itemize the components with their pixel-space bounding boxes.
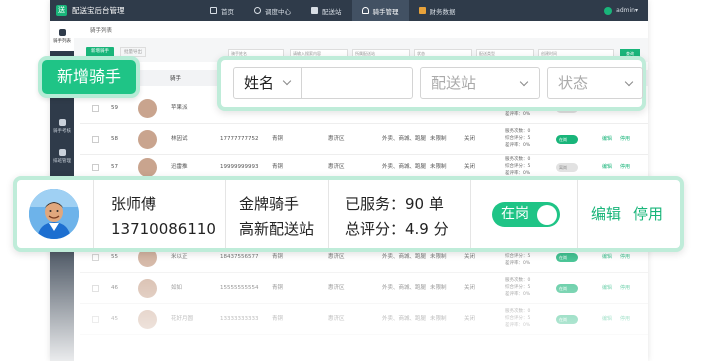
row-stats: 服务次数：0综合评分：5差评率：0% — [505, 156, 530, 177]
row-control: 关闭 — [464, 136, 476, 142]
toggle-label: 在岗 — [501, 206, 529, 222]
chevron-down-icon: ▾ — [634, 7, 638, 14]
row-name: 苹果派 — [171, 105, 188, 111]
user-menu[interactable]: admin ▾ — [604, 0, 638, 21]
nav-finance[interactable]: 财务数据 — [409, 0, 466, 21]
sidebar-item-label: 骑手列表 — [53, 38, 71, 44]
table-row: 58 林因试 17777777752 青铜 惠济区 外卖、商城、跑腿 未限制 关闭 服务次数：0… — [80, 124, 648, 155]
user-name: admin — [616, 7, 635, 14]
row-stats: 服务次数：0 综合评分：5 差评率：0% — [505, 128, 530, 149]
row-stat: 综合评分：5 — [505, 136, 531, 141]
breadcrumb: 骑手列表 — [90, 28, 113, 34]
finance-icon — [418, 7, 426, 14]
rider-name: 张师傅 — [111, 195, 157, 213]
row-stat: 差评率：0% — [505, 112, 531, 117]
divider — [225, 180, 226, 248]
nav-home[interactable]: 首页 — [200, 0, 244, 21]
row-avatar — [138, 130, 157, 149]
nav-label: 调度中心 — [265, 7, 291, 16]
sidebar-item-assessment[interactable]: 骑手考核 — [50, 111, 74, 141]
station-placeholder: 配送站 — [431, 74, 477, 92]
assessment-icon — [58, 118, 66, 126]
row-stat: 差评率：0% — [505, 143, 531, 148]
field-select-value: 姓名 — [244, 74, 275, 92]
row-insurance: 未限制 — [430, 136, 447, 142]
logo-badge-icon: 送 — [56, 5, 67, 16]
column-header-rider: 骑手 — [170, 76, 182, 82]
sidebar-item-schedule[interactable]: 排班管理 — [50, 141, 74, 171]
chevron-down-icon — [624, 77, 634, 87]
rider-served-count: 已服务：90 单 — [345, 195, 444, 213]
row-checkbox[interactable] — [92, 164, 99, 171]
row-area: 惠济区 — [328, 136, 345, 142]
row-status-toggle[interactable]: 离岗 — [556, 163, 578, 172]
filter-panel: 姓名 配送站 状态 — [217, 56, 646, 111]
row-avatar — [138, 158, 157, 177]
row-level: 青铜 — [272, 136, 284, 142]
rider-list-icon — [58, 28, 66, 36]
nav-label: 首页 — [221, 7, 234, 16]
app-logo: 送 配送宝后台管理 — [50, 5, 200, 16]
rider-avatar — [29, 189, 79, 239]
nav-station[interactable]: 配送站 — [301, 0, 352, 21]
status-select[interactable]: 状态 — [547, 67, 643, 99]
chevron-down-icon — [282, 76, 292, 86]
on-duty-toggle[interactable]: 在岗 — [492, 202, 560, 227]
sidebar-item-label: 排班管理 — [53, 158, 71, 164]
home-icon — [210, 7, 217, 14]
nav-dispatch[interactable]: 调度中心 — [244, 0, 301, 21]
row-edit-link[interactable]: 编辑 — [602, 124, 612, 155]
main-nav: 首页 调度中心 配送站 骑手管理 财务数据 — [200, 0, 466, 21]
row-id: 58 — [111, 136, 118, 142]
toggle-knob — [537, 204, 557, 225]
rider-score: 总评分：4.9 分 — [345, 220, 449, 238]
search-input[interactable] — [304, 68, 412, 98]
row-stat: 服务次数：0 — [505, 157, 531, 162]
rider-detail-row: 张师傅 13710086110 金牌骑手 高新配送站 已服务：90 单 总评分：… — [13, 176, 684, 252]
station-icon — [311, 7, 318, 14]
table-fade-overlay — [50, 250, 648, 361]
sidebar-item-rider-list[interactable]: 骑手列表 — [50, 21, 74, 51]
divider — [470, 180, 471, 248]
row-checkbox[interactable] — [92, 136, 99, 143]
row-stat: 综合评分：5 — [505, 164, 531, 169]
divider — [93, 180, 94, 248]
disable-link[interactable]: 停用 — [633, 204, 663, 224]
rider-level: 金牌骑手 — [239, 195, 300, 213]
nav-label: 财务数据 — [429, 7, 456, 16]
edit-link[interactable]: 编辑 — [591, 204, 621, 224]
station-select[interactable]: 配送站 — [420, 67, 540, 99]
row-avatar — [138, 99, 157, 118]
app-title: 配送宝后台管理 — [72, 6, 125, 15]
search-group: 姓名 — [233, 67, 413, 99]
nav-label: 骑手管理 — [372, 7, 399, 16]
row-checkbox[interactable] — [92, 105, 99, 112]
nav-label: 配送站 — [322, 7, 342, 16]
row-phone: 17777777752 — [220, 136, 259, 142]
screenshot-stage: 送 配送宝后台管理 首页 调度中心 配送站 骑手管理 财务数据 admin ▾ … — [0, 0, 702, 361]
dispatch-icon — [254, 7, 261, 14]
row-name: 林因试 — [171, 136, 188, 142]
rider-avatar-image — [29, 189, 79, 239]
nav-rider-management[interactable]: 骑手管理 — [351, 0, 409, 21]
row-disable-link[interactable]: 停用 — [620, 124, 630, 155]
sidebar-item-label: 骑手考核 — [53, 128, 71, 134]
row-type: 外卖、商城、跑腿 — [382, 136, 427, 142]
rider-phone: 13710086110 — [111, 220, 216, 238]
chevron-down-icon — [519, 77, 529, 87]
avatar — [604, 6, 613, 15]
divider — [577, 180, 578, 248]
row-status-toggle[interactable]: 在岗 — [556, 135, 578, 144]
rider-icon — [361, 7, 369, 14]
top-navbar: 送 配送宝后台管理 首页 调度中心 配送站 骑手管理 财务数据 admin ▾ — [50, 0, 648, 21]
add-rider-button[interactable]: 新增骑手 — [38, 56, 140, 98]
rider-station: 高新配送站 — [239, 220, 315, 238]
divider — [328, 180, 329, 248]
field-select[interactable]: 姓名 — [234, 68, 302, 98]
status-placeholder: 状态 — [558, 74, 589, 92]
schedule-icon — [58, 148, 66, 156]
row-stat: 服务次数：0 — [505, 129, 531, 134]
